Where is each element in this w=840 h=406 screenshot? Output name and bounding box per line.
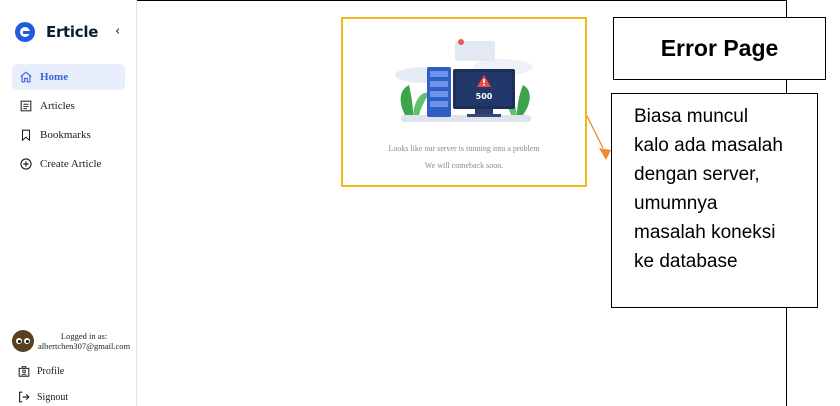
erticle-logo-icon [15,22,35,42]
sidebar-item-profile[interactable]: Profile [17,364,64,378]
sidebar: Erticle ‹ Home Articles Bookmarks Create [0,0,137,406]
articles-icon [18,98,34,114]
home-icon [18,69,34,85]
sidebar-item-home[interactable]: Home [12,64,125,90]
sidebar-item-label: Signout [37,391,69,403]
sidebar-item-signout[interactable]: Signout [17,390,68,404]
brand[interactable]: Erticle [15,22,98,42]
avatar-eye [24,338,30,344]
error-highlight-box: 500 Looks like our server is running int… [341,17,587,187]
server-error-illustration: 500 [395,39,533,122]
callout-note: Biasa muncul kalo ada masalah dengan ser… [611,93,818,308]
sidebar-item-label: Articles [40,100,75,112]
signout-icon [17,390,31,404]
sidebar-nav: Home Articles Bookmarks Create Article [12,64,125,180]
chevron-left-icon[interactable]: ‹ [115,24,120,39]
user-email: albertchen307@gmail.com [38,341,131,351]
plus-circle-icon [18,156,34,172]
callout-line: masalah koneksi [634,222,776,243]
callout-line: Biasa muncul [634,106,749,127]
error-message-line: Looks like our server is running into a … [388,144,540,153]
sidebar-item-label: Create Article [40,158,102,170]
avatar-eye [16,338,22,344]
error-code: 500 [476,92,493,101]
app-name: Erticle [46,23,99,41]
callout-line: dengan server, [634,164,760,185]
error-message-line: We will comeback soon. [424,161,504,170]
callout-line: kalo ada masalah [634,135,783,156]
sidebar-item-label: Bookmarks [40,129,91,141]
sidebar-item-label: Profile [37,365,65,377]
callout-title: Error Page [613,17,826,80]
error-message: Looks like our server is running into a … [343,140,585,174]
profile-icon [17,364,31,378]
sidebar-item-label: Home [40,71,69,83]
sidebar-item-bookmarks[interactable]: Bookmarks [12,122,125,148]
user-text: Logged in as: albertchen307@gmail.com [38,331,130,351]
bookmark-icon [18,127,34,143]
callout-line: umumnya [634,193,718,214]
sidebar-item-create-article[interactable]: Create Article [12,151,125,177]
callout-line: ke database [634,251,738,272]
sidebar-item-articles[interactable]: Articles [12,93,125,119]
avatar[interactable] [12,330,34,352]
logged-in-label: Logged in as: [60,331,108,341]
user-info: Logged in as: albertchen307@gmail.com [12,330,136,352]
